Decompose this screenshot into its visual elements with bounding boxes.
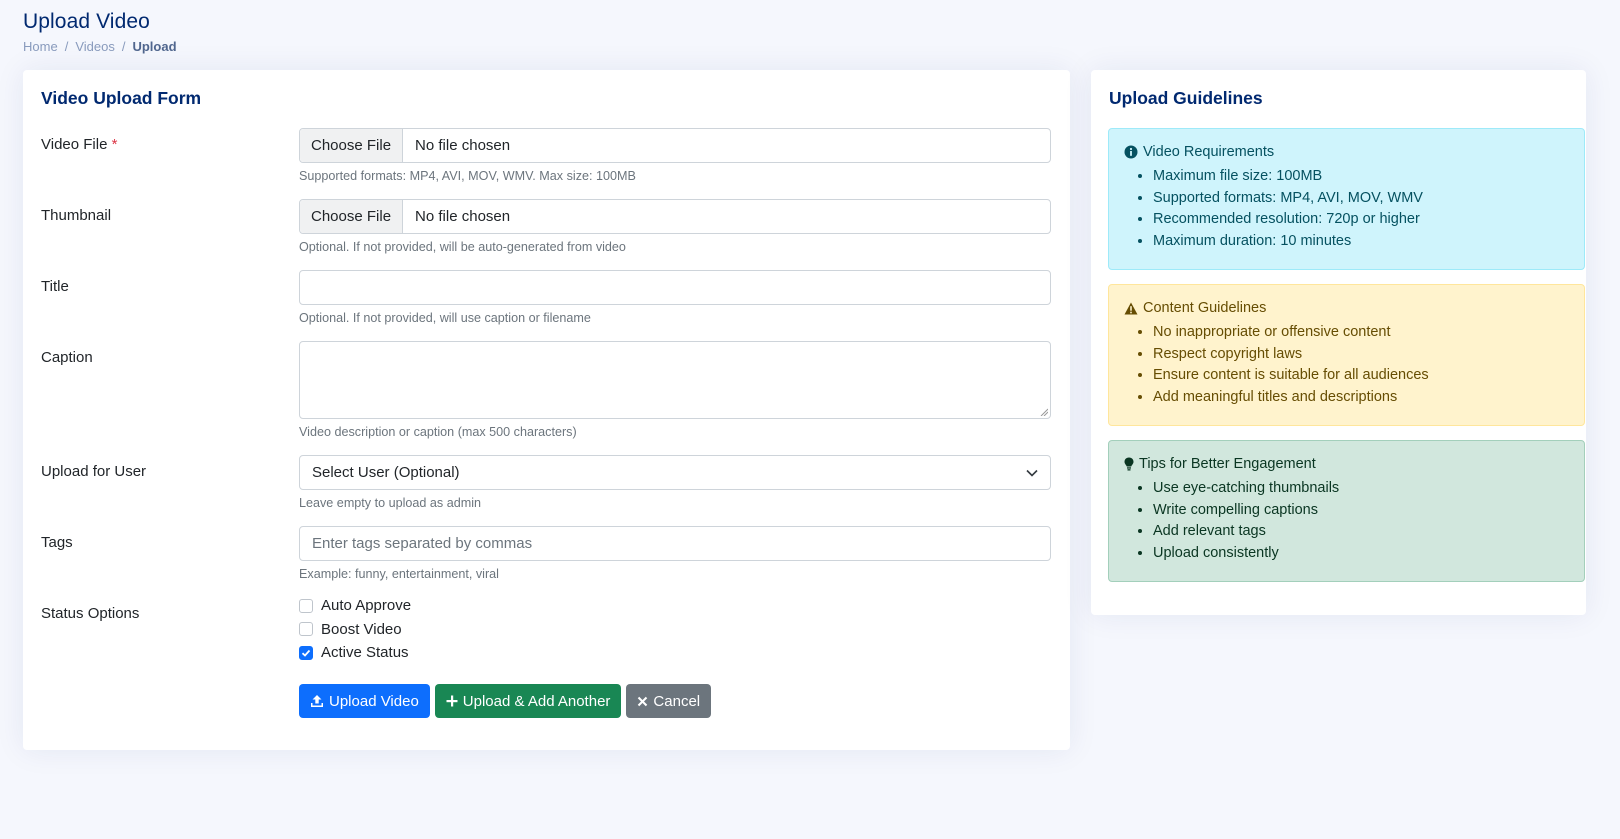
video-file-input[interactable]: Choose File No file chosen [299, 128, 1051, 163]
checkmark-icon [301, 649, 311, 657]
choose-file-button[interactable]: Choose File [300, 200, 404, 233]
engagement-tips-title: Tips for Better Engagement [1139, 456, 1316, 472]
list-item: Add relevant tags [1153, 521, 1568, 543]
upload-video-button[interactable]: Upload Video [299, 684, 430, 718]
title-input[interactable] [299, 270, 1051, 305]
title-help: Optional. If not provided, will use capt… [299, 311, 591, 325]
warning-icon [1124, 302, 1138, 314]
thumbnail-help: Optional. If not provided, will be auto-… [299, 240, 626, 254]
tags-help: Example: funny, entertainment, viral [299, 567, 499, 581]
plus-icon [446, 695, 458, 707]
video-requirements-title: Video Requirements [1143, 144, 1275, 160]
breadcrumb-videos[interactable]: Videos [75, 39, 115, 54]
boost-video-option[interactable]: Boost Video [299, 618, 411, 642]
list-item: Supported formats: MP4, AVI, MOV, WMV [1153, 188, 1568, 210]
tags-label: Tags [41, 534, 73, 551]
auto-approve-checkbox[interactable] [299, 598, 313, 613]
cancel-button[interactable]: Cancel [626, 684, 712, 718]
list-item: Add meaningful titles and descriptions [1153, 387, 1568, 409]
status-checkboxes: Auto Approve Boost Video Active Status [299, 594, 411, 665]
close-icon [638, 696, 648, 706]
guidelines-title: Upload Guidelines [1109, 88, 1263, 108]
list-item: Ensure content is suitable for all audie… [1153, 365, 1568, 387]
list-item: Maximum file size: 100MB [1153, 166, 1568, 188]
breadcrumb-separator: / [64, 39, 69, 54]
list-item: Recommended resolution: 720p or higher [1153, 209, 1568, 231]
video-requirements-alert: Video Requirements Maximum file size: 10… [1108, 128, 1585, 270]
page-title: Upload Video [23, 10, 150, 33]
breadcrumb-separator: / [121, 39, 126, 54]
user-select[interactable]: Select User (Optional) [299, 455, 1051, 490]
list-item: No inappropriate or offensive content [1153, 322, 1568, 344]
active-status-option[interactable]: Active Status [299, 641, 411, 665]
active-status-label[interactable]: Active Status [321, 644, 409, 661]
auto-approve-option[interactable]: Auto Approve [299, 594, 411, 618]
user-select-value: Select User (Optional) [312, 464, 460, 481]
video-requirements-list: Maximum file size: 100MB Supported forma… [1124, 166, 1568, 252]
list-item: Use eye-catching thumbnails [1153, 478, 1568, 500]
required-mark: * [111, 136, 118, 153]
info-icon [1124, 145, 1138, 159]
active-status-checkbox[interactable] [299, 645, 313, 660]
form-actions: Upload Video Upload & Add Another Cancel [299, 684, 712, 718]
title-label: Title [41, 278, 69, 295]
breadcrumb-home[interactable]: Home [23, 39, 58, 54]
auto-approve-label[interactable]: Auto Approve [321, 597, 411, 614]
boost-video-label[interactable]: Boost Video [321, 621, 402, 638]
list-item: Write compelling captions [1153, 500, 1568, 522]
user-select-help: Leave empty to upload as admin [299, 496, 482, 510]
caption-label: Caption [41, 349, 93, 366]
engagement-tips-alert: Tips for Better Engagement Use eye-catch… [1108, 440, 1585, 582]
tags-placeholder: Enter tags separated by commas [312, 535, 533, 552]
thumbnail-label: Thumbnail [41, 207, 112, 224]
engagement-tips-list: Use eye-catching thumbnails Write compel… [1124, 478, 1568, 564]
file-status-text: No file chosen [415, 208, 511, 225]
file-status-text: No file chosen [415, 137, 511, 154]
upload-icon [311, 695, 323, 707]
resize-grip-icon[interactable] [1040, 408, 1048, 416]
video-file-label: Video File * [41, 136, 118, 153]
list-item: Respect copyright laws [1153, 344, 1568, 366]
video-upload-form-card: Video Upload Form Video File * Choose Fi… [23, 70, 1070, 750]
boost-video-checkbox[interactable] [299, 622, 313, 637]
content-guidelines-list: No inappropriate or offensive content Re… [1124, 322, 1568, 408]
caption-textarea[interactable] [299, 341, 1051, 419]
status-options-label: Status Options [41, 605, 140, 622]
breadcrumb-current: Upload [132, 39, 177, 54]
upload-for-user-label: Upload for User [41, 463, 147, 480]
video-file-help: Supported formats: MP4, AVI, MOV, WMV. M… [299, 169, 636, 183]
caption-help: Video description or caption (max 500 ch… [299, 425, 577, 439]
list-item: Upload consistently [1153, 543, 1568, 565]
form-title: Video Upload Form [41, 88, 202, 108]
upload-add-another-button[interactable]: Upload & Add Another [434, 684, 622, 718]
chevron-down-icon [1026, 469, 1038, 477]
tags-input[interactable]: Enter tags separated by commas [299, 526, 1051, 561]
page-header: Upload Video Home / Videos / Upload [23, 10, 177, 54]
content-guidelines-alert: Content Guidelines No inappropriate or o… [1108, 284, 1585, 426]
choose-file-button[interactable]: Choose File [300, 129, 404, 162]
upload-guidelines-card: Upload Guidelines Video Requirements Max… [1091, 70, 1586, 615]
breadcrumb: Home / Videos / Upload [23, 39, 177, 54]
thumbnail-input[interactable]: Choose File No file chosen [299, 199, 1051, 234]
lightbulb-icon [1124, 457, 1134, 471]
content-guidelines-title: Content Guidelines [1143, 300, 1267, 316]
list-item: Maximum duration: 10 minutes [1153, 231, 1568, 253]
